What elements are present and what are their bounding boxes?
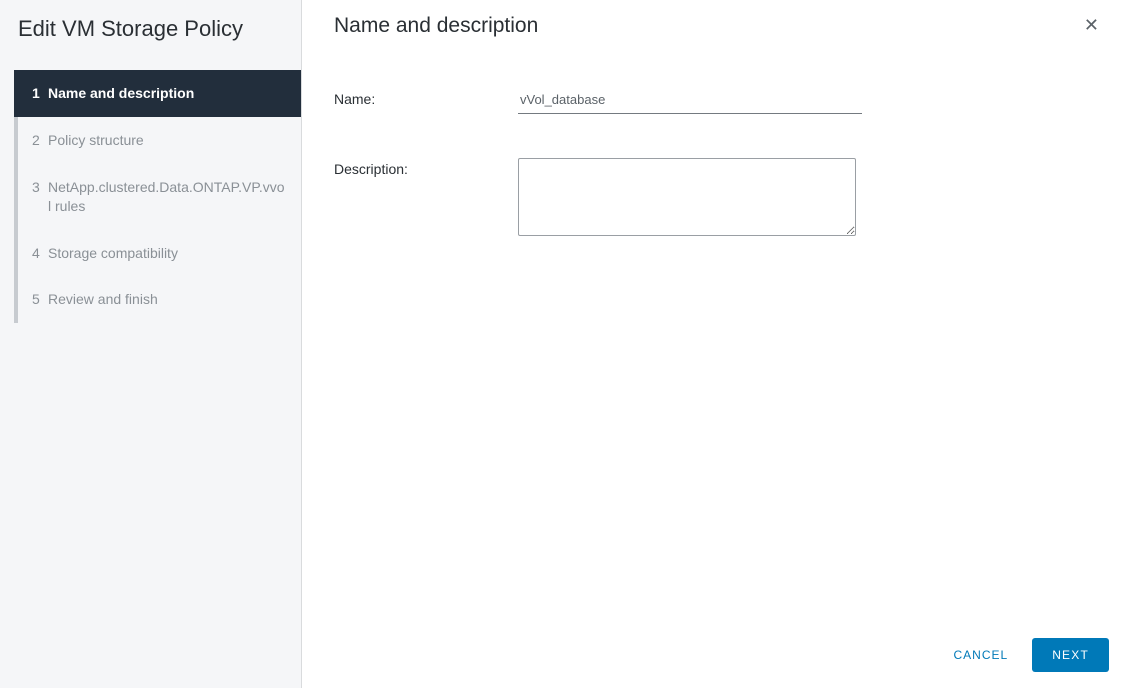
form-row-description: Description: [334, 158, 1095, 236]
wizard-title: Edit VM Storage Policy [0, 16, 301, 70]
main-content: Name and description ✕ Name: Description… [302, 0, 1127, 688]
close-icon: ✕ [1084, 15, 1099, 35]
step-policy-structure[interactable]: 2 Policy structure [18, 117, 301, 164]
step-label: NetApp.clustered.Data.ONTAP.VP.vvol rule… [48, 178, 285, 216]
step-vvol-rules[interactable]: 3 NetApp.clustered.Data.ONTAP.VP.vvol ru… [18, 164, 301, 230]
step-number: 5 [32, 290, 48, 309]
wizard-footer: CANCEL NEXT [302, 622, 1127, 688]
page-title: Name and description [334, 14, 538, 38]
step-number: 2 [32, 131, 48, 150]
step-name-and-description[interactable]: 1 Name and description [14, 70, 301, 117]
step-review-and-finish[interactable]: 5 Review and finish [18, 276, 301, 323]
step-label: Review and finish [48, 290, 285, 309]
step-storage-compatibility[interactable]: 4 Storage compatibility [18, 230, 301, 277]
next-button[interactable]: NEXT [1032, 638, 1109, 672]
close-button[interactable]: ✕ [1080, 14, 1103, 36]
cancel-button[interactable]: CANCEL [950, 640, 1013, 670]
main-header: Name and description ✕ [302, 0, 1127, 48]
step-label: Name and description [48, 84, 285, 103]
description-input[interactable] [518, 158, 856, 236]
step-number: 4 [32, 244, 48, 263]
form-row-name: Name: [334, 88, 1095, 114]
wizard-sidebar: Edit VM Storage Policy 1 Name and descri… [0, 0, 302, 688]
step-number: 3 [32, 178, 48, 197]
step-label: Policy structure [48, 131, 285, 150]
step-number: 1 [32, 84, 48, 103]
step-label: Storage compatibility [48, 244, 285, 263]
wizard-steps: 1 Name and description 2 Policy structur… [14, 70, 301, 323]
name-input[interactable] [518, 88, 862, 114]
description-label: Description: [334, 158, 518, 177]
name-label: Name: [334, 88, 518, 107]
form-area: Name: Description: [302, 48, 1127, 622]
